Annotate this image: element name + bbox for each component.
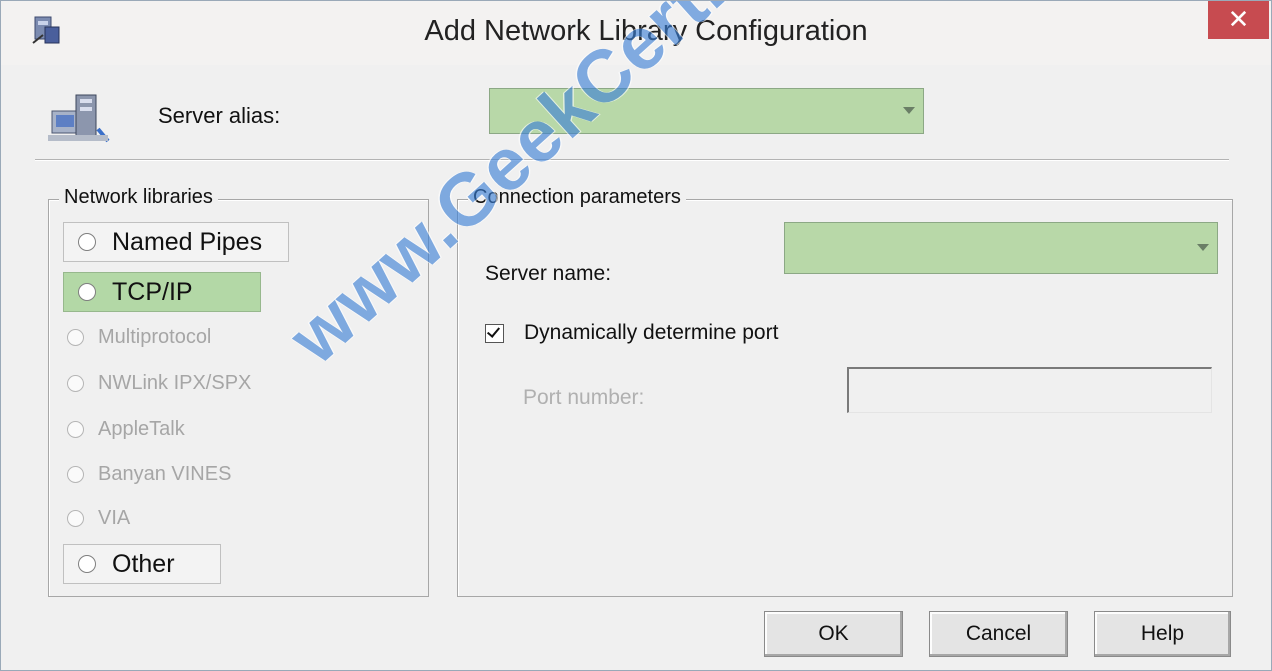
server-name-combobox[interactable] — [784, 222, 1218, 274]
radio-icon — [78, 283, 96, 301]
connection-parameters-group: Connection parameters Server name: Dynam… — [457, 186, 1233, 597]
radio-banyan-vines[interactable]: Banyan VINES — [67, 455, 231, 493]
dynamic-port-label: Dynamically determine port — [524, 321, 779, 344]
radio-label: Banyan VINES — [98, 462, 232, 485]
server-alias-label: Server alias: — [158, 103, 281, 128]
radio-label: NWLink IPX/SPX — [98, 371, 252, 394]
radio-icon — [78, 233, 96, 251]
separator — [35, 159, 1229, 161]
port-number-label: Port number: — [523, 386, 645, 409]
radio-icon — [67, 420, 84, 438]
radio-icon — [78, 555, 96, 573]
radio-label: Named Pipes — [112, 227, 263, 256]
radio-label: TCP/IP — [112, 277, 193, 306]
dynamic-port-checkbox[interactable]: Dynamically determine port — [485, 321, 778, 345]
radio-appletalk[interactable]: AppleTalk — [67, 410, 185, 448]
chevron-down-icon[interactable] — [903, 107, 915, 114]
radio-via[interactable]: VIA — [67, 499, 130, 537]
radio-label: Multiprotocol — [98, 325, 212, 348]
radio-icon — [67, 465, 84, 483]
close-button[interactable]: ✕ — [1208, 1, 1269, 39]
port-number-input[interactable] — [847, 367, 1212, 413]
radio-multiprotocol[interactable]: Multiprotocol — [67, 318, 211, 356]
server-alias-icon — [48, 94, 110, 143]
network-libraries-legend: Network libraries — [59, 186, 218, 209]
radio-tcp-ip[interactable]: TCP/IP — [63, 272, 261, 312]
radio-icon — [67, 374, 84, 392]
radio-label: VIA — [98, 506, 131, 529]
radio-other[interactable]: Other — [63, 544, 221, 584]
checkbox-checked-icon[interactable] — [485, 323, 504, 343]
radio-icon — [67, 328, 84, 346]
cancel-button[interactable]: Cancel — [929, 611, 1068, 657]
radio-label: Other — [112, 549, 175, 578]
radio-named-pipes[interactable]: Named Pipes — [63, 222, 289, 262]
radio-label: AppleTalk — [98, 417, 185, 440]
chevron-down-icon[interactable] — [1197, 244, 1209, 251]
ok-button[interactable]: OK — [764, 611, 903, 657]
radio-nwlink-ipx-spx[interactable]: NWLink IPX/SPX — [67, 364, 251, 402]
server-name-label: Server name: — [485, 262, 612, 285]
dialog-body: Server alias: Network libraries Named Pi… — [1, 65, 1271, 670]
radio-icon — [67, 509, 84, 527]
dialog-window: Add Network Library Configuration ✕ Serv… — [0, 0, 1272, 671]
help-button[interactable]: Help — [1094, 611, 1231, 657]
